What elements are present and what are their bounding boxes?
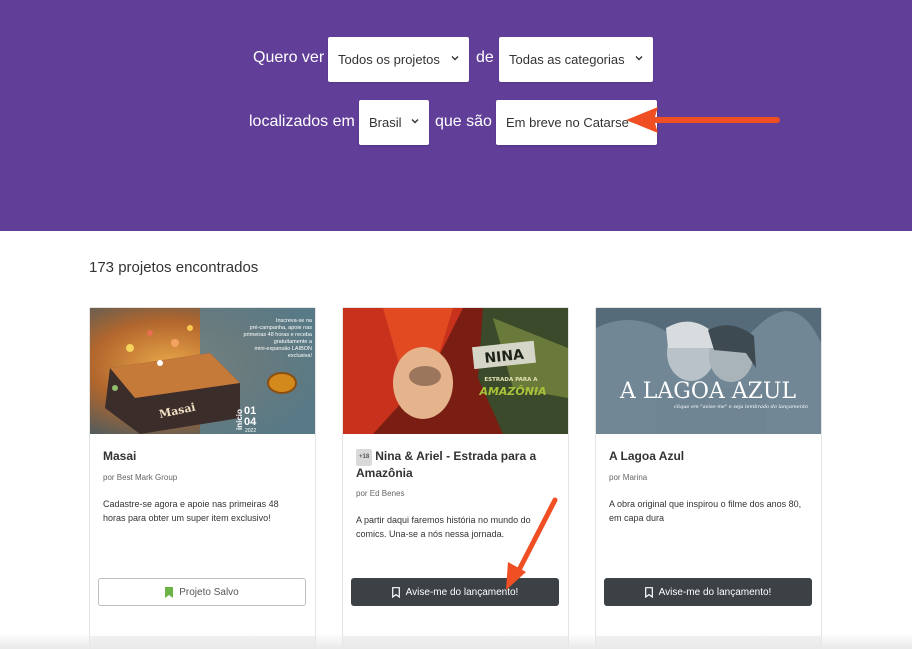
svg-text:AMAZÔNIA: AMAZÔNIA: [478, 384, 546, 398]
svg-text:04: 04: [244, 416, 257, 428]
location-select[interactable]: Brasil: [359, 100, 429, 145]
notify-launch-button[interactable]: Avise-me do lançamento!: [351, 578, 559, 606]
want-to-see-label: Quero ver: [253, 49, 325, 66]
that-are-label: que são: [435, 113, 492, 130]
filter-bar: Quero ver Todos os projetos de Todas as …: [0, 0, 912, 231]
svg-text:pré-campanha, apoie nas: pré-campanha, apoie nas: [250, 325, 313, 331]
saved-project-label: Projeto Salvo: [179, 586, 239, 598]
project-title[interactable]: Masai: [103, 449, 303, 464]
svg-text:primeiras 48 horas e receba: primeiras 48 horas e receba: [244, 332, 313, 338]
project-image[interactable]: Masai Inscreva-se na pré-campanha, apoie…: [90, 308, 315, 434]
age-rating-badge: +18: [356, 449, 373, 466]
svg-text:mini-expansão LAIBON: mini-expansão LAIBON: [255, 346, 312, 352]
project-card[interactable]: Masai Inscreva-se na pré-campanha, apoie…: [89, 307, 316, 649]
bookmark-filled-icon: [165, 586, 174, 598]
project-card[interactable]: NINA ESTRADA PARA A AMAZÔNIA +18 Nina & A…: [342, 307, 569, 649]
categories-select-value: Todas as categorias: [509, 52, 625, 67]
svg-text:gratuitamente a: gratuitamente a: [274, 339, 313, 345]
location-select-value: Brasil: [369, 115, 402, 130]
status-select[interactable]: Em breve no Catarse: [496, 100, 657, 145]
project-author: por Marina: [609, 473, 648, 482]
bottom-edge: [0, 633, 912, 649]
svg-text:Inscreva-se na: Inscreva-se na: [276, 318, 313, 324]
project-image[interactable]: A LAGOA AZUL clique em "avise-me" e seja…: [596, 308, 821, 434]
svg-text:início: início: [235, 409, 244, 430]
chevron-down-icon: [410, 116, 420, 126]
svg-text:clique em "avise-me" e seja le: clique em "avise-me" e seja lembrado do …: [674, 404, 808, 410]
categories-select[interactable]: Todas as categorias: [499, 37, 653, 82]
project-title[interactable]: A Lagoa Azul: [609, 449, 809, 464]
project-author: por Ed Benes: [356, 489, 405, 498]
status-select-value: Em breve no Catarse: [506, 115, 629, 130]
svg-text:A LAGOA AZUL: A LAGOA AZUL: [619, 379, 797, 404]
chevron-down-icon: [450, 53, 460, 63]
project-author: por Best Mark Group: [103, 473, 178, 482]
project-description: A obra original que inspirou o filme dos…: [609, 499, 802, 523]
of-label: de: [476, 49, 494, 66]
notify-launch-label: Avise-me do lançamento!: [658, 586, 772, 598]
results-count: 173 projetos encontrados: [89, 259, 259, 276]
saved-project-button[interactable]: Projeto Salvo: [98, 578, 306, 606]
project-title[interactable]: +18 Nina & Ariel - Estrada para a Amazôni…: [356, 449, 556, 481]
bookmark-outline-icon: [644, 586, 653, 598]
project-card[interactable]: A LAGOA AZUL clique em "avise-me" e seja…: [595, 307, 822, 649]
svg-text:exclusiva!: exclusiva!: [288, 353, 313, 359]
svg-text:ESTRADA PARA A: ESTRADA PARA A: [484, 377, 538, 383]
project-description: Cadastre-se agora e apoie nas primeiras …: [103, 499, 279, 523]
notify-launch-label: Avise-me do lançamento!: [405, 586, 519, 598]
project-image[interactable]: NINA ESTRADA PARA A AMAZÔNIA: [343, 308, 568, 434]
bookmark-outline-icon: [391, 586, 400, 598]
project-title-text: Nina & Ariel - Estrada para a Amazônia: [356, 449, 537, 480]
projects-select-value: Todos os projetos: [338, 52, 440, 67]
svg-text:2022: 2022: [245, 428, 256, 434]
notify-launch-button[interactable]: Avise-me do lançamento!: [604, 578, 812, 606]
located-in-label: localizados em: [249, 113, 355, 130]
project-description: A partir daqui faremos história no mundo…: [356, 515, 531, 539]
chevron-down-icon: [634, 53, 644, 63]
projects-select[interactable]: Todos os projetos: [328, 37, 469, 82]
